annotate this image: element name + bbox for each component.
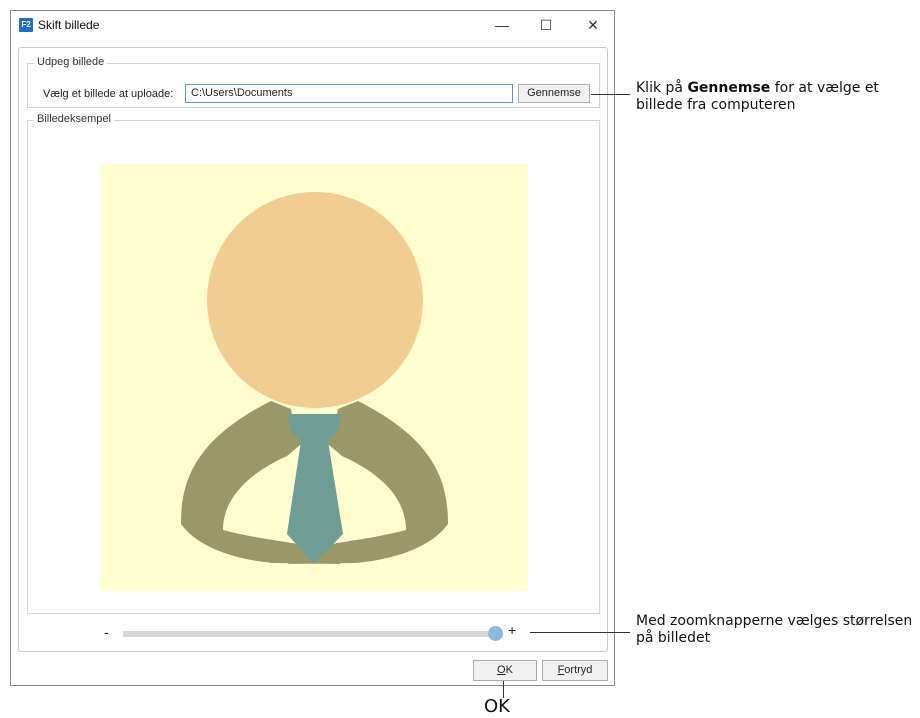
ok-mnemonic: O [497,664,506,676]
cancel-button[interactable]: Fortryd [542,660,608,681]
app-icon: F2 [19,18,33,32]
image-preview [101,164,528,591]
person-avatar-icon [181,192,448,564]
browse-callout-prefix: Klik på [636,80,688,96]
zoom-slider-thumb[interactable] [488,626,503,641]
title-bar: F2 Skift billede — ☐ ✕ [11,11,614,39]
zoom-in-button[interactable]: + [508,622,516,638]
browse-callout-bold: Gennemse [687,80,771,96]
image-path-input[interactable]: C:\Users\Documents [185,84,513,103]
ok-button[interactable]: OK [473,660,537,681]
zoom-callout: Med zoomknapperne vælges størrelsen på b… [636,613,913,646]
minimize-button[interactable]: — [479,11,525,39]
browse-callout-line [591,94,630,95]
window-title: Skift billede [38,18,100,32]
browse-button[interactable]: Gennemse [518,84,590,103]
close-button[interactable]: ✕ [570,11,616,39]
ok-label-rest: K [505,664,513,676]
select-image-group-label: Udpeg billede [34,56,108,68]
zoom-out-button[interactable]: - [104,624,109,640]
image-path-label: Vælg et billede at uploade: [43,88,174,100]
cancel-label-rest: ortryd [564,664,593,676]
browse-callout: Klik på Gennemse for at vælge et billede… [636,80,920,114]
preview-group-label: Billedeksempel [34,113,114,125]
maximize-button[interactable]: ☐ [523,11,569,39]
avatar-head [207,192,423,408]
zoom-callout-line [530,632,630,633]
zoom-slider-track[interactable] [123,631,495,637]
ok-callout: OK [484,696,510,717]
